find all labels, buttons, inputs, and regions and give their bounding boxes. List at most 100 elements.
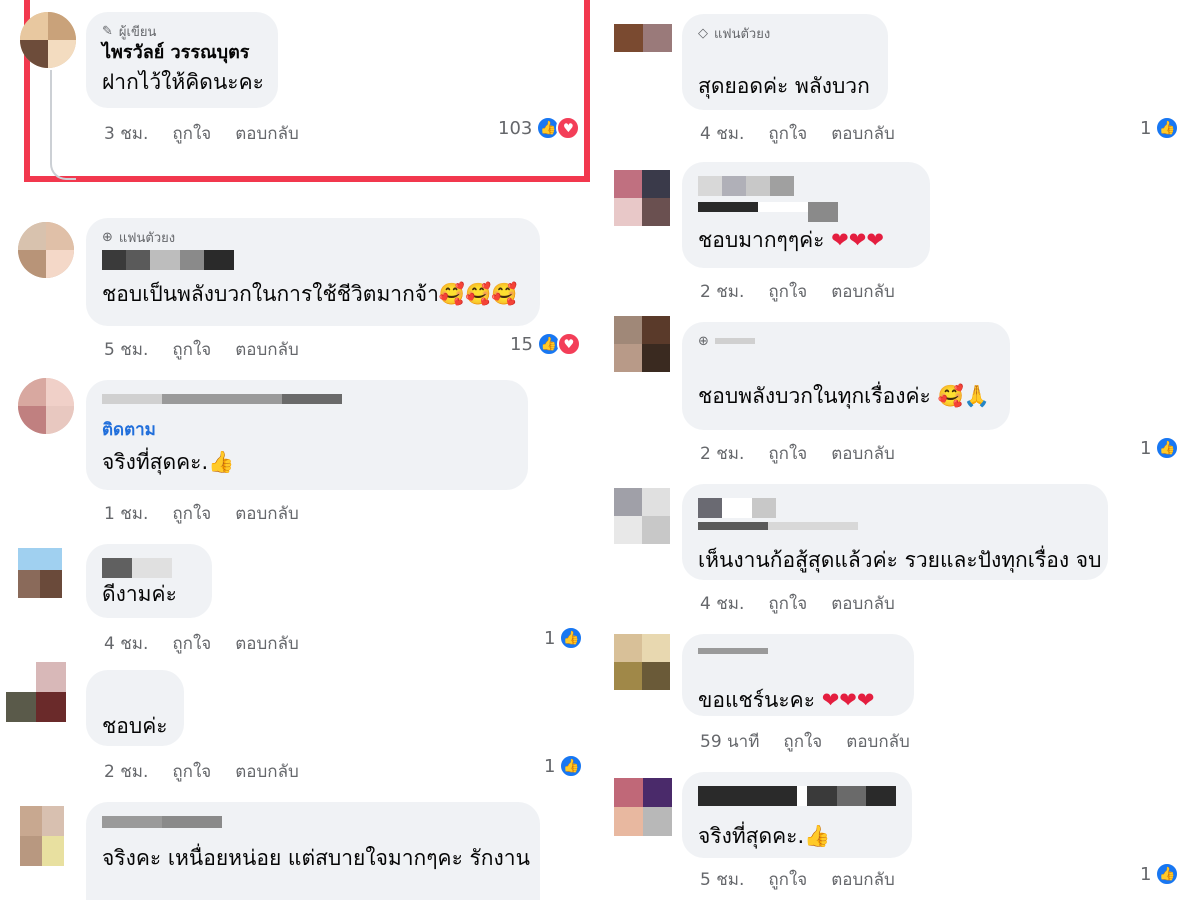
like-button[interactable]: ถูกใจ	[172, 500, 211, 527]
comment-text: เห็นงานก้อสู้สุดแล้วค่ะ รวยและปังทุกเรื่…	[698, 548, 1102, 572]
timestamp[interactable]: 5 ชม.	[104, 336, 148, 363]
comment-text: สุดยอดค่ะ พลังบวก	[698, 74, 870, 98]
like-button[interactable]: ถูกใจ	[768, 278, 807, 305]
blurred-name	[698, 648, 898, 668]
avatar[interactable]	[20, 806, 64, 866]
blurred-name	[102, 816, 524, 836]
comment-text: จริงที่สุดคะ.👍	[698, 824, 831, 848]
reaction-count: 1	[544, 755, 556, 777]
reply-button[interactable]: ตอบกลับ	[235, 500, 299, 527]
timestamp[interactable]: 59 นาที	[700, 728, 759, 755]
comment-text: ชอบค่ะ	[102, 714, 168, 738]
comment-bubble: ชอบค่ะ	[86, 670, 184, 746]
blurred-name	[102, 558, 196, 578]
avatar[interactable]	[614, 24, 672, 52]
globe-icon: ⊕	[102, 229, 113, 245]
like-button[interactable]: ถูกใจ	[768, 120, 807, 147]
heart-emojis: ❤❤❤	[821, 688, 875, 712]
reply-button[interactable]: ตอบกลับ	[831, 120, 895, 147]
comment-bubble: ชอบมากๆๆค่ะ ❤❤❤	[682, 162, 930, 268]
avatar[interactable]	[18, 548, 62, 604]
timestamp[interactable]: 4 ชม.	[700, 120, 744, 147]
author-avatar[interactable]	[20, 12, 76, 68]
blurred-name	[698, 522, 1092, 542]
avatar[interactable]	[614, 316, 670, 372]
reaction-count: 103	[498, 117, 533, 139]
comment-actions: 59 นาที ถูกใจ ตอบกลับ	[700, 728, 910, 755]
comment-actions: 2 ชม. ถูกใจ ตอบกลับ	[700, 440, 895, 467]
badge-label: ผู้เขียน	[118, 24, 157, 40]
timestamp[interactable]: 4 ชม.	[104, 630, 148, 657]
like-button[interactable]: ถูกใจ	[768, 866, 807, 893]
comment-bubble: จริงคะ เหนื่อยหน่อย แต่สบายใจมากๆคะ รักง…	[86, 802, 540, 900]
reply-button[interactable]: ตอบกลับ	[235, 758, 299, 785]
comment-actions: 5 ชม. ถูกใจ ตอบกลับ	[104, 336, 299, 363]
avatar[interactable]	[18, 378, 74, 434]
comment-bubble: จริงที่สุดคะ.👍	[682, 772, 912, 858]
reply-button[interactable]: ตอบกลับ	[831, 590, 895, 617]
avatar[interactable]	[614, 488, 670, 544]
comment-text: ชอบมากๆๆค่ะ	[698, 228, 825, 252]
reaction-summary[interactable]: 15 👍 ♥	[510, 332, 581, 356]
badge-label: แฟนตัวยง	[714, 26, 771, 42]
comment-text: ฝากไว้ให้คิดนะคะ	[102, 70, 264, 94]
reply-button[interactable]: ตอบกลับ	[831, 866, 895, 893]
comment-bubble: ดีงามค่ะ	[86, 544, 212, 618]
timestamp[interactable]: 2 ชม.	[700, 440, 744, 467]
comment-bubble: เห็นงานก้อสู้สุดแล้วค่ะ รวยและปังทุกเรื่…	[682, 484, 1108, 580]
diamond-icon: ◇	[698, 25, 708, 41]
comment-text: จริงคะ เหนื่อยหน่อย แต่สบายใจมากๆคะ รักง…	[102, 846, 530, 870]
like-icon: 👍	[1155, 436, 1180, 460]
blurred-name	[698, 176, 914, 196]
comment-text: ชอบพลังบวกในทุกเรื่องค่ะ 🥰🙏	[698, 384, 990, 408]
reaction-count: 1	[1140, 437, 1152, 459]
reply-button[interactable]: ตอบกลับ	[235, 630, 299, 657]
avatar[interactable]	[18, 222, 74, 278]
comment-actions: 5 ชม. ถูกใจ ตอบกลับ	[700, 866, 895, 893]
comment-actions: 4 ชม. ถูกใจ ตอบกลับ	[104, 630, 299, 657]
comment-text: จริงที่สุดคะ.👍	[102, 450, 235, 474]
like-button[interactable]: ถูกใจ	[172, 630, 211, 657]
timestamp[interactable]: 1 ชม.	[104, 500, 148, 527]
reaction-summary[interactable]: 103 👍 ♥	[498, 116, 581, 140]
follow-link[interactable]: ติดตาม	[102, 418, 512, 442]
reaction-count: 15	[510, 333, 533, 355]
like-button[interactable]: ถูกใจ	[172, 758, 211, 785]
comment-actions: 2 ชม. ถูกใจ ตอบกลับ	[700, 278, 895, 305]
like-button[interactable]: ถูกใจ	[768, 440, 807, 467]
comment-actions: 1 ชม. ถูกใจ ตอบกลับ	[104, 500, 299, 527]
reply-button[interactable]: ตอบกลับ	[831, 278, 895, 305]
blurred-name	[698, 786, 897, 806]
reply-button[interactable]: ตอบกลับ	[846, 728, 910, 755]
timestamp[interactable]: 2 ชม.	[104, 758, 148, 785]
reaction-summary[interactable]: 1 👍	[1140, 436, 1180, 460]
author-name[interactable]: ไพรวัลย์ วรรณบุตร	[102, 40, 262, 66]
reply-button[interactable]: ตอบกลับ	[831, 440, 895, 467]
comment-text: ดีงามค่ะ	[102, 582, 177, 606]
reply-button[interactable]: ตอบกลับ	[235, 336, 299, 363]
reaction-summary[interactable]: 1 👍	[1140, 116, 1180, 140]
comment-actions: 2 ชม. ถูกใจ ตอบกลับ	[104, 758, 299, 785]
timestamp[interactable]: 4 ชม.	[700, 590, 744, 617]
avatar[interactable]	[614, 170, 670, 226]
avatar[interactable]	[614, 778, 672, 836]
reaction-summary[interactable]: 1 👍	[544, 754, 584, 778]
timestamp[interactable]: 5 ชม.	[700, 866, 744, 893]
love-icon: ♥	[556, 116, 581, 140]
avatar[interactable]	[614, 634, 670, 690]
love-icon: ♥	[556, 332, 581, 356]
comment-bubble: ขอแชร์นะคะ ❤❤❤	[682, 634, 914, 716]
like-button[interactable]: ถูกใจ	[783, 728, 822, 755]
like-button[interactable]: ถูกใจ	[768, 590, 807, 617]
timestamp[interactable]: 2 ชม.	[700, 278, 744, 305]
blurred-name	[698, 498, 1092, 518]
like-button[interactable]: ถูกใจ	[172, 336, 211, 363]
comment-bubble: ◇ แฟนตัวยง สุดยอดค่ะ พลังบวก	[682, 14, 888, 110]
like-button[interactable]: ถูกใจ	[172, 120, 211, 147]
reply-button[interactable]: ตอบกลับ	[235, 120, 299, 147]
timestamp[interactable]: 3 ชม.	[104, 120, 148, 147]
reaction-summary[interactable]: 1 👍	[544, 626, 584, 650]
reaction-summary[interactable]: 1 👍	[1140, 862, 1180, 886]
comment-bubble: ✎ ผู้เขียน ไพรวัลย์ วรรณบุตร ฝากไว้ให้คิด…	[86, 12, 278, 108]
avatar[interactable]	[6, 662, 66, 722]
